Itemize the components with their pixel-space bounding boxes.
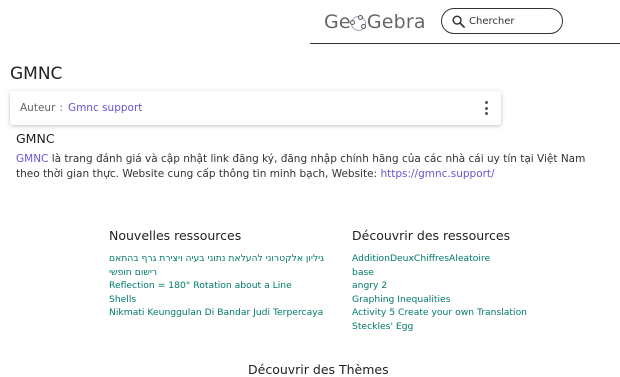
- list-item: גיליון אלקטרוני להעלאת נתוני בעיה ויצירת…: [109, 252, 324, 266]
- author-separator: :: [59, 102, 63, 114]
- list-item: AdditionDeuxChiffresAleatoire: [352, 252, 527, 266]
- resource-link[interactable]: Nikmati Keunggulan Di Bandar Judi Terper…: [109, 307, 323, 318]
- list-item: Shells: [109, 293, 324, 307]
- logo-ellipse-icon: [350, 14, 367, 31]
- list-item: base: [352, 266, 527, 280]
- author-label: Auteur: [20, 102, 56, 114]
- website-link[interactable]: https://gmnc.support/: [380, 168, 494, 180]
- resource-link[interactable]: angry 2: [352, 280, 387, 291]
- description-text: là trang đánh giá và cập nhật link đăng …: [16, 153, 586, 180]
- resource-link[interactable]: Shells: [109, 294, 136, 305]
- description-link[interactable]: GMNC: [16, 153, 48, 165]
- discover-resources-list: AdditionDeuxChiffresAleatoire base angry…: [352, 252, 527, 333]
- list-item: Nikmati Keunggulan Di Bandar Judi Terper…: [109, 306, 324, 320]
- list-item: Activity 5 Create your own Translation: [352, 306, 527, 320]
- new-resources-list: גיליון אלקטרוני להעלאת נתוני בעיה ויצירת…: [109, 252, 324, 320]
- resource-link[interactable]: Steckles' Egg: [352, 321, 413, 332]
- resource-link[interactable]: AdditionDeuxChiffresAleatoire: [352, 253, 490, 264]
- section-title: GMNC: [16, 131, 55, 146]
- logo-text-end: Gebra: [366, 11, 426, 33]
- resource-link[interactable]: Graphing Inequalities: [352, 294, 450, 305]
- new-resources-title: Nouvelles ressources: [109, 228, 242, 243]
- page-title: GMNC: [10, 64, 63, 84]
- logo-text-start: Ge: [324, 11, 351, 33]
- more-options-icon[interactable]: [483, 101, 489, 115]
- resource-link[interactable]: רישום חופשי: [109, 267, 157, 278]
- list-item: Graphing Inequalities: [352, 293, 527, 307]
- search-icon: [452, 14, 465, 28]
- resource-link[interactable]: Reflection = 180° Rotation about a Line: [109, 280, 292, 291]
- list-item: רישום חופשי: [109, 266, 324, 280]
- search-input[interactable]: [469, 15, 559, 27]
- resource-link[interactable]: גיליון אלקטרוני להעלאת נתוני בעיה ויצירת…: [109, 253, 324, 264]
- discover-resources-title: Découvrir des ressources: [352, 228, 511, 243]
- description: GMNC là trang đánh giá và cập nhật link …: [16, 152, 606, 182]
- resource-link[interactable]: base: [352, 267, 374, 278]
- resource-link[interactable]: Activity 5 Create your own Translation: [352, 307, 527, 318]
- author-link[interactable]: Gmnc support: [68, 102, 142, 114]
- list-item: angry 2: [352, 279, 527, 293]
- author-card: Auteur : Gmnc support: [10, 91, 501, 125]
- list-item: Reflection = 180° Rotation about a Line: [109, 279, 324, 293]
- new-resources-section: Nouvelles ressources גיליון אלקטרוני להע…: [109, 228, 324, 320]
- search-box[interactable]: [441, 8, 563, 34]
- header-divider: [310, 43, 620, 44]
- list-item: Steckles' Egg: [352, 320, 527, 334]
- discover-resources-section: Découvrir des ressources AdditionDeuxChi…: [352, 228, 527, 333]
- geogebra-logo[interactable]: Ge Gebra: [324, 8, 426, 36]
